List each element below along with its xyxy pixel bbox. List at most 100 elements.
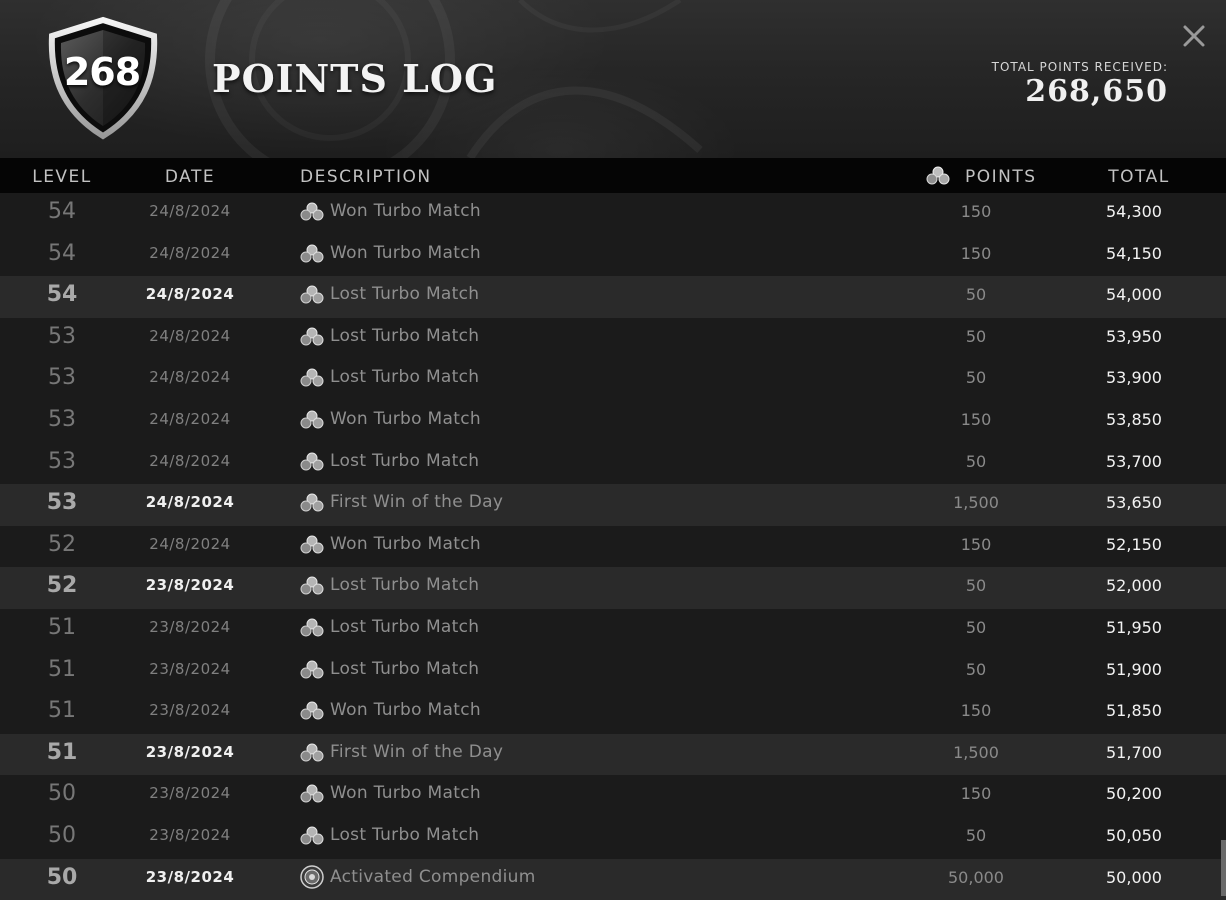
row-date: 24/8/2024 <box>149 243 231 262</box>
row-level: 51 <box>48 614 76 640</box>
row-points: 50 <box>965 285 987 305</box>
column-header-date[interactable]: DATE <box>130 167 250 187</box>
table-row: 52 23/8/2024 Lost Turbo Match 50 52,000 <box>0 567 1226 609</box>
row-description: First Win of the Day <box>330 741 504 762</box>
row-description: Lost Turbo Match <box>330 325 480 346</box>
column-header-description[interactable]: DESCRIPTION <box>300 167 432 187</box>
row-date: 23/8/2024 <box>149 784 231 803</box>
row-total: 54,150 <box>1106 243 1162 263</box>
row-description: Won Turbo Match <box>330 408 481 429</box>
row-description: First Win of the Day <box>330 492 504 513</box>
table-header: LEVEL DATE DESCRIPTION POINTS TOTAL <box>0 158 1226 193</box>
row-total: 53,950 <box>1106 326 1162 346</box>
points-log-table: 54 24/8/2024 Won Turbo Match 150 54,300 54 24/… <box>0 193 1226 900</box>
row-date: 24/8/2024 <box>149 326 231 345</box>
row-level: 52 <box>46 573 78 599</box>
level-badge-value: 268 <box>63 50 141 94</box>
points-cluster-icon <box>300 743 324 763</box>
points-cluster-icon <box>300 285 324 305</box>
column-header-level[interactable]: LEVEL <box>0 167 124 187</box>
points-cluster-icon <box>300 701 324 721</box>
row-level: 52 <box>48 531 76 557</box>
row-level: 53 <box>48 448 76 474</box>
row-level: 50 <box>46 864 78 890</box>
column-header-total[interactable]: TOTAL <box>1080 167 1198 187</box>
row-points: 1,500 <box>953 742 999 762</box>
row-description: Won Turbo Match <box>330 242 481 263</box>
row-points: 150 <box>960 409 992 429</box>
row-total: 53,700 <box>1106 451 1162 471</box>
points-cluster-icon <box>300 202 324 222</box>
points-cluster-icon <box>300 535 324 555</box>
row-description: Won Turbo Match <box>330 700 481 721</box>
row-description: Lost Turbo Match <box>330 450 480 471</box>
row-date: 24/8/2024 <box>145 493 235 512</box>
row-date: 23/8/2024 <box>149 825 231 844</box>
table-row: 53 24/8/2024 Lost Turbo Match 50 53,900 <box>0 359 1226 401</box>
row-description: Lost Turbo Match <box>330 658 480 679</box>
table-row: 51 23/8/2024 First Win of the Day 1,500 51,7… <box>0 733 1226 776</box>
row-level: 50 <box>48 781 76 807</box>
row-points: 50 <box>965 576 987 596</box>
table-row: 53 24/8/2024 Lost Turbo Match 50 53,700 <box>0 443 1226 485</box>
points-cluster-icon <box>300 576 324 596</box>
points-cluster-icon <box>926 166 950 185</box>
row-description: Lost Turbo Match <box>330 616 480 637</box>
row-points: 1,500 <box>953 493 999 513</box>
table-row: 51 23/8/2024 Lost Turbo Match 50 51,950 <box>0 609 1226 651</box>
points-cluster-icon <box>300 493 324 513</box>
row-level: 53 <box>48 323 76 349</box>
row-total: 51,700 <box>1106 742 1162 762</box>
close-icon[interactable] <box>1180 22 1208 50</box>
row-date: 23/8/2024 <box>149 701 231 720</box>
row-date: 24/8/2024 <box>149 409 231 428</box>
row-description: Lost Turbo Match <box>330 284 480 305</box>
points-cluster-icon <box>300 618 324 638</box>
row-total: 51,900 <box>1106 659 1162 679</box>
row-date: 23/8/2024 <box>145 867 235 886</box>
row-total: 50,000 <box>1106 867 1162 887</box>
table-row: 54 24/8/2024 Won Turbo Match 150 54,150 <box>0 235 1226 277</box>
row-level: 51 <box>48 698 76 724</box>
row-total: 53,900 <box>1106 368 1162 388</box>
row-points: 150 <box>960 243 992 263</box>
table-row: 50 23/8/2024 Activated Compendium 50,000 50,… <box>0 858 1226 900</box>
table-row: 52 24/8/2024 Won Turbo Match 150 52,150 <box>0 526 1226 568</box>
row-description: Won Turbo Match <box>330 201 481 221</box>
page-title: POINTS LOG <box>212 56 498 101</box>
row-total: 52,150 <box>1106 534 1162 554</box>
row-level: 51 <box>46 739 78 765</box>
row-total: 54,300 <box>1106 202 1162 221</box>
total-points-value: 268,650 <box>1025 74 1168 109</box>
row-total: 50,200 <box>1106 784 1162 804</box>
table-row: 53 24/8/2024 Lost Turbo Match 50 53,950 <box>0 318 1226 360</box>
row-points: 50 <box>965 451 987 471</box>
row-points: 150 <box>960 202 992 221</box>
row-level: 53 <box>48 365 76 391</box>
row-points: 50 <box>965 368 987 388</box>
points-cluster-icon <box>300 410 324 430</box>
row-level: 53 <box>48 406 76 432</box>
row-total: 52,000 <box>1106 576 1162 596</box>
table-row: 50 23/8/2024 Won Turbo Match 150 50,200 <box>0 775 1226 817</box>
table-row: 50 23/8/2024 Lost Turbo Match 50 50,050 <box>0 817 1226 859</box>
row-total: 50,050 <box>1106 825 1162 845</box>
table-row: 51 23/8/2024 Won Turbo Match 150 51,850 <box>0 692 1226 734</box>
row-description: Lost Turbo Match <box>330 367 480 388</box>
row-points: 50 <box>965 326 987 346</box>
scrollbar-thumb[interactable] <box>1221 840 1226 896</box>
points-cluster-icon <box>300 784 324 804</box>
row-description: Lost Turbo Match <box>330 575 480 596</box>
row-level: 50 <box>48 822 76 848</box>
table-row: 53 24/8/2024 Won Turbo Match 150 53,850 <box>0 401 1226 443</box>
column-header-points[interactable]: POINTS <box>965 167 1037 187</box>
points-cluster-icon <box>300 660 324 680</box>
row-points: 150 <box>960 534 992 554</box>
points-cluster-icon <box>300 452 324 472</box>
row-date: 23/8/2024 <box>149 659 231 678</box>
row-date: 24/8/2024 <box>145 285 235 304</box>
row-description: Lost Turbo Match <box>330 824 480 845</box>
table-row: 53 24/8/2024 First Win of the Day 1,500 53,6… <box>0 484 1226 526</box>
row-level: 54 <box>48 199 76 224</box>
row-total: 51,950 <box>1106 617 1162 637</box>
